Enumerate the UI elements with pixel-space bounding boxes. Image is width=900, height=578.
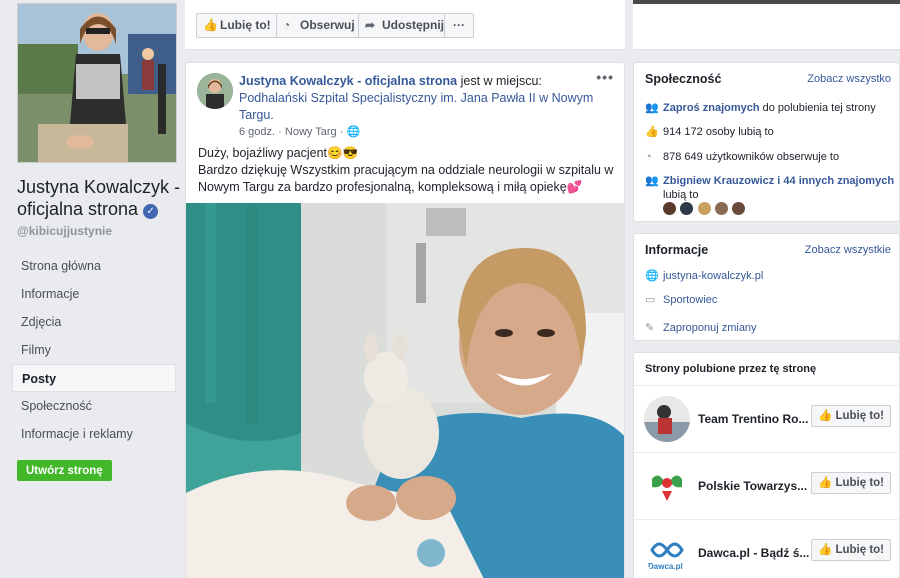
post-place-link[interactable]: Podhalański Szpital Specjalistyczny im. … xyxy=(239,91,593,122)
nav-item-about[interactable]: Informacje xyxy=(12,280,176,308)
likes-count-row: 👍 914 172 osoby lubią to xyxy=(645,125,774,139)
share-label: Udostępnij xyxy=(382,18,444,32)
liked-pages-title: Strony polubione przez tę stronę xyxy=(645,363,817,375)
thumbs-up-icon: 👍 xyxy=(817,410,836,422)
friends-icon: 👥 xyxy=(645,102,659,114)
right-top-card xyxy=(633,0,900,50)
liked-page-like-label: Lubię to! xyxy=(835,477,884,489)
liked-page-like-button[interactable]: 👍 Lubię to! xyxy=(810,539,891,561)
info-title: Informacje xyxy=(645,243,709,257)
post-line-2: Bardzo dziękuję Wszystkim pracującym na … xyxy=(198,163,614,194)
community-title: Społeczność xyxy=(645,72,722,86)
liked-page-item: Team Trentino Ro... 👍 Lubię to! xyxy=(634,385,900,451)
nav-item-photos[interactable]: Zdjęcia xyxy=(12,308,176,336)
nav-item-videos[interactable]: Filmy xyxy=(12,336,176,364)
like-page-button[interactable]: 👍 Lubię to! xyxy=(196,13,279,38)
thumbs-up-icon: 👍 xyxy=(817,477,836,489)
thumbs-up-icon: 👍 xyxy=(817,544,836,556)
liked-page-item: Dawca.pl Dawca.pl - Bądź ś... 👍 Lubię to… xyxy=(634,519,900,578)
friend-avatar[interactable] xyxy=(732,202,746,215)
nav-item-home[interactable]: Strona główna xyxy=(12,252,176,280)
rss-icon: ◔ xyxy=(645,151,652,163)
likes-count: 914 172 osoby lubią to xyxy=(663,126,774,138)
liked-pages-card: Strony polubione przez tę stronę Team Tr… xyxy=(633,352,900,578)
thumbs-up-icon: 👍 xyxy=(645,126,659,138)
liked-page-like-label: Lubię to! xyxy=(835,544,884,556)
post-author-link[interactable]: Justyna Kowalczyk - oficjalna strona xyxy=(239,74,457,88)
community-see-all-link[interactable]: Zobacz wszystko xyxy=(807,73,891,85)
invite-friends-row: 👥 Zaproś znajomych do polubienia tej stro… xyxy=(645,101,876,115)
friends-like-row: 👥 Zbigniew Krauzowicz i 44 innych znajomy… xyxy=(645,174,894,202)
nav-item-posts[interactable]: Posty xyxy=(12,364,176,392)
thumbs-up-icon: 👍 xyxy=(203,18,218,32)
friend-avatars xyxy=(663,202,746,218)
page-handle[interactable]: @kibicujjustynie xyxy=(17,224,112,238)
friends-like-link[interactable]: Zbigniew Krauzowicz i 44 innych znajomyc… xyxy=(663,175,894,187)
friend-avatar[interactable] xyxy=(715,202,729,215)
page-action-bar: 👍 Lubię to! ◔ Obserwuj ➦ Udostępnij ··· xyxy=(185,0,625,50)
post-header: Justyna Kowalczyk - oficjalna strona jes… xyxy=(239,73,594,124)
share-arrow-icon: ➦ xyxy=(365,18,376,32)
globe-icon: 🌐 xyxy=(645,270,659,282)
share-button[interactable]: ➦ Udostępnij xyxy=(358,13,452,38)
friend-avatar[interactable] xyxy=(680,202,694,215)
nav-item-info-ads[interactable]: Informacje i reklamy xyxy=(12,420,176,448)
invite-friends-text: do polubienia tej strony xyxy=(759,102,876,114)
liked-page-name[interactable]: Team Trentino Ro... xyxy=(698,412,810,426)
liked-page-name[interactable]: Dawca.pl - Bądź ś... xyxy=(698,546,810,560)
post-card: Justyna Kowalczyk - oficjalna strona jes… xyxy=(185,62,625,578)
suggest-edits-row: ✎ Zaproponuj zmiany xyxy=(645,321,757,335)
friend-avatar[interactable] xyxy=(663,202,676,215)
globe-icon: 🌐 xyxy=(346,126,361,138)
category-link[interactable]: Sportowiec xyxy=(663,294,717,306)
post-meta: 6 godz. · Nowy Targ · 🌐 xyxy=(239,126,361,138)
community-card: Społeczność Zobacz wszystko 👥 Zaproś znaj… xyxy=(633,62,900,222)
liked-page-thumbnail[interactable]: Dawca.pl xyxy=(644,530,690,576)
website-row: 🌐 justyna-kowalczyk.pl xyxy=(645,269,763,283)
page-title[interactable]: Justyna Kowalczyk - oficjalna strona ✓ xyxy=(17,176,182,220)
liked-page-item: Polskie Towarzys... 👍 Lubię to! xyxy=(634,452,900,518)
post-author-avatar[interactable] xyxy=(197,73,233,109)
liked-page-thumbnail[interactable] xyxy=(644,396,690,442)
profile-picture[interactable] xyxy=(17,3,177,163)
liked-page-name[interactable]: Polskie Towarzys... xyxy=(698,479,810,493)
suggest-edits-link[interactable]: Zaproponuj zmiany xyxy=(663,322,757,334)
post-options-icon[interactable]: ••• xyxy=(596,69,614,85)
create-page-button[interactable]: Utwórz stronę xyxy=(17,460,112,481)
category-icon: ▭ xyxy=(645,294,656,306)
verified-badge-icon: ✓ xyxy=(143,204,159,219)
friends-icon: 👥 xyxy=(645,175,659,187)
rss-icon: ◔ xyxy=(283,18,291,32)
nav-item-community[interactable]: Społeczność xyxy=(12,392,176,420)
website-link[interactable]: justyna-kowalczyk.pl xyxy=(663,270,763,282)
liked-page-thumbnail[interactable] xyxy=(644,463,690,509)
post-checkin-text: jest w miejscu: xyxy=(457,74,542,88)
post-body: Duży, bojaźliwy pacjent😊😎 Bardzo dziękuj… xyxy=(198,145,618,196)
post-location[interactable]: Nowy Targ xyxy=(285,126,337,138)
followers-count-row: ◔ 878 649 użytkowników obserwuje to xyxy=(645,150,839,164)
post-line-1: Duży, bojaźliwy pacjent😊😎 xyxy=(198,146,359,160)
liked-page-like-button[interactable]: 👍 Lubię to! xyxy=(810,472,891,494)
post-photo[interactable] xyxy=(186,203,624,578)
like-page-label: Lubię to! xyxy=(220,18,271,32)
friends-like-text: lubią to xyxy=(663,189,699,201)
left-column: Justyna Kowalczyk - oficjalna strona ✓ @… xyxy=(0,0,185,578)
followers-count: 878 649 użytkowników obserwuje to xyxy=(663,151,840,163)
category-row: ▭ Sportowiec xyxy=(645,293,717,307)
left-navigation: Strona główna Informacje Zdjęcia Filmy P… xyxy=(12,252,176,448)
liked-page-like-label: Lubię to! xyxy=(835,410,884,422)
dawca-logo-text: Dawca.pl xyxy=(648,562,683,571)
pencil-icon: ✎ xyxy=(645,322,655,334)
info-card: Informacje Zobacz wszystkie 🌐 justyna-kow… xyxy=(633,233,900,341)
liked-page-like-button[interactable]: 👍 Lubię to! xyxy=(810,405,891,427)
more-dots-icon: ··· xyxy=(453,18,465,32)
follow-button[interactable]: ◔ Obserwuj xyxy=(276,13,363,38)
friend-avatar[interactable] xyxy=(697,202,711,215)
post-timestamp[interactable]: 6 godz. xyxy=(239,126,275,138)
info-see-all-link[interactable]: Zobacz wszystkie xyxy=(805,244,891,256)
more-options-button[interactable]: ··· xyxy=(444,13,474,38)
follow-label: Obserwuj xyxy=(300,18,355,32)
invite-friends-link[interactable]: Zaproś znajomych xyxy=(663,102,760,114)
